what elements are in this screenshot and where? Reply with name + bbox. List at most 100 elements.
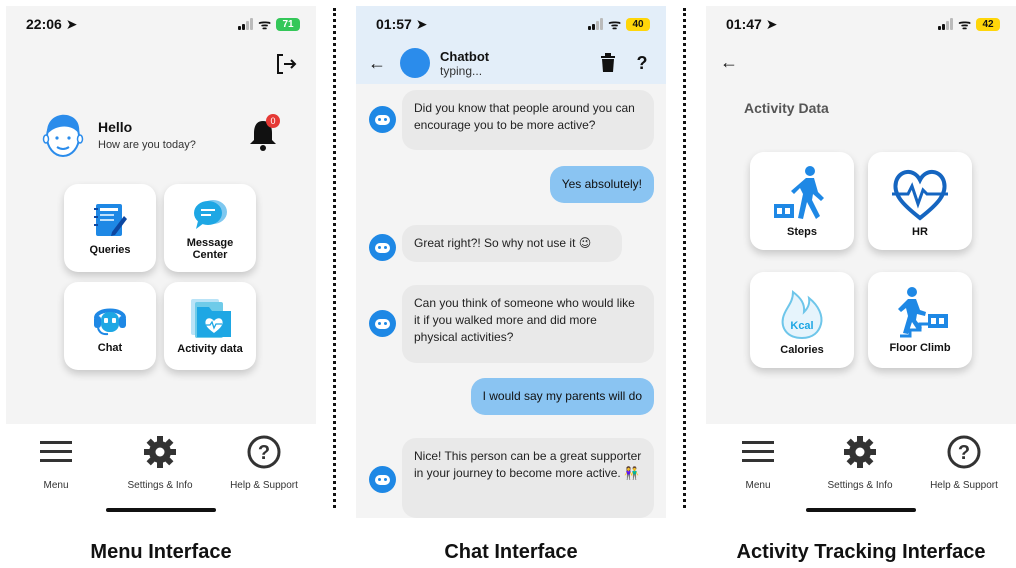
user-message: Yes absolutely! <box>549 166 654 203</box>
heartbeat-icon <box>892 170 948 221</box>
trash-icon[interactable] <box>596 53 620 73</box>
bottom-navigation: Menu Settings & Info ? Help & Support <box>706 424 1016 518</box>
greeting-title: Hello <box>98 119 133 135</box>
greeting-block: Hello How are you today? <box>40 110 196 160</box>
page-title: Activity Data <box>744 100 829 116</box>
calories-tile[interactable]: Kcal Calories <box>750 272 854 368</box>
panel-divider <box>333 8 336 508</box>
location-arrow-icon: ➤ <box>65 15 78 32</box>
activity-screen: 01:47 ➤ ᯤ 42 ← Activity Data Steps HR Kc… <box>706 6 1016 518</box>
battery-indicator: 40 <box>626 17 650 31</box>
status-bar: 01:47 ➤ ᯤ 42 <box>706 6 1016 42</box>
bot-message: Did you know that people around you can … <box>402 90 654 150</box>
menu-caption: Menu Interface <box>90 541 232 563</box>
bot-avatar-icon <box>369 310 396 337</box>
bot-message: Can you think of someone who would like … <box>402 285 654 363</box>
steps-label: Steps <box>787 226 817 238</box>
steps-tile[interactable]: Steps <box>750 152 854 250</box>
back-arrow-icon[interactable]: ← <box>368 53 386 74</box>
location-arrow-icon: ➤ <box>765 15 778 32</box>
signal-icon <box>938 18 954 30</box>
notebook-icon <box>94 204 127 236</box>
chatbot-name: Chatbot <box>440 48 490 64</box>
question-icon: ? <box>247 435 281 469</box>
nav-settings-label: Settings & Info <box>827 480 893 491</box>
status-time: 01:47 <box>726 15 762 32</box>
wifi-icon: ᯤ <box>608 15 621 32</box>
status-bar: 01:57 ➤ ᯤ 40 <box>356 6 666 42</box>
bot-avatar-icon <box>369 234 396 261</box>
chat-header: ← Chatbot typing... ? <box>356 42 666 84</box>
logout-icon[interactable] <box>274 52 298 76</box>
hamburger-icon <box>40 441 72 462</box>
status-bar: 22:06 ➤ ᯤ 71 <box>6 6 316 42</box>
chatbot-avatar <box>400 48 430 78</box>
status-time: 01:57 <box>376 15 412 32</box>
bot-avatar-icon <box>369 106 396 133</box>
bottom-navigation: Menu Settings & Info ? Help & Support <box>6 424 316 518</box>
user-message: I would say my parents will do <box>470 378 654 415</box>
signal-icon <box>588 18 604 30</box>
wifi-icon: ᯤ <box>258 15 271 32</box>
notification-button[interactable]: 0 <box>248 114 280 152</box>
floor-climb-tile[interactable]: Floor Climb <box>868 272 972 368</box>
activity-data-label: Activity data <box>177 343 243 355</box>
greeting-subtitle: How are you today? <box>98 139 196 151</box>
gear-icon <box>144 436 176 468</box>
message-center-label: Message Center <box>186 237 234 261</box>
menu-screen: 22:06 ➤ ᯤ 71 Hello How are you today? 0 … <box>6 6 316 518</box>
chat-caption: Chat Interface <box>444 541 578 563</box>
svg-text:?: ? <box>958 442 970 464</box>
back-arrow-icon[interactable]: ← <box>720 52 738 73</box>
chat-bubbles-icon <box>194 200 227 229</box>
bot-message: Great right?! So why not use it 😉 <box>402 225 622 262</box>
stairs-climb-icon <box>898 287 948 338</box>
chat-label: Chat <box>97 342 123 354</box>
user-avatar-icon <box>42 114 84 157</box>
home-indicator[interactable] <box>806 508 916 512</box>
nav-menu-label: Menu <box>745 480 771 491</box>
activity-data-tile[interactable]: Activity data <box>164 282 256 370</box>
nav-help[interactable]: ? Help & Support <box>914 434 1014 491</box>
signal-icon <box>238 18 254 30</box>
nav-settings[interactable]: Settings & Info <box>110 434 210 491</box>
svg-text:?: ? <box>258 442 270 464</box>
robot-headset-icon <box>94 308 126 336</box>
hr-tile[interactable]: HR <box>868 152 972 250</box>
floor-climb-label: Floor Climb <box>889 342 951 354</box>
bot-avatar-icon <box>369 466 396 493</box>
kcal-text: Kcal <box>790 320 813 332</box>
nav-help[interactable]: ? Help & Support <box>214 434 314 491</box>
nav-menu[interactable]: Menu <box>708 434 808 491</box>
question-icon: ? <box>947 435 981 469</box>
battery-indicator: 71 <box>276 17 300 31</box>
chat-tile[interactable]: Chat <box>64 282 156 370</box>
wifi-icon: ᯤ <box>958 15 971 32</box>
chat-screen: 01:57 ➤ ᯤ 40 ← Chatbot typing... ? Did y… <box>356 6 666 518</box>
nav-menu[interactable]: Menu <box>6 434 106 491</box>
nav-settings[interactable]: Settings & Info <box>810 434 910 491</box>
flame-kcal-icon: Kcal <box>781 290 823 340</box>
queries-tile[interactable]: Queries <box>64 184 156 272</box>
home-indicator[interactable] <box>106 508 216 512</box>
gear-icon <box>844 436 876 468</box>
chatbot-status: typing... <box>440 63 483 78</box>
help-button[interactable]: ? <box>630 53 654 74</box>
activity-caption: Activity Tracking Interface <box>736 541 986 563</box>
calories-label: Calories <box>780 344 824 356</box>
notification-badge: 0 <box>266 114 280 128</box>
panel-divider <box>683 8 686 508</box>
hamburger-icon <box>742 441 774 462</box>
location-arrow-icon: ➤ <box>415 15 428 32</box>
walking-person-icon <box>774 166 824 219</box>
nav-help-label: Help & Support <box>230 480 298 491</box>
nav-help-label: Help & Support <box>930 480 998 491</box>
hr-label: HR <box>912 226 928 238</box>
nav-settings-label: Settings & Info <box>127 480 193 491</box>
battery-indicator: 42 <box>976 17 1000 31</box>
status-time: 22:06 <box>26 15 62 32</box>
nav-menu-label: Menu <box>43 480 69 491</box>
queries-label: Queries <box>89 244 131 256</box>
message-center-tile[interactable]: Message Center <box>164 184 256 272</box>
bot-message: Nice! This person can be a great support… <box>402 438 654 518</box>
